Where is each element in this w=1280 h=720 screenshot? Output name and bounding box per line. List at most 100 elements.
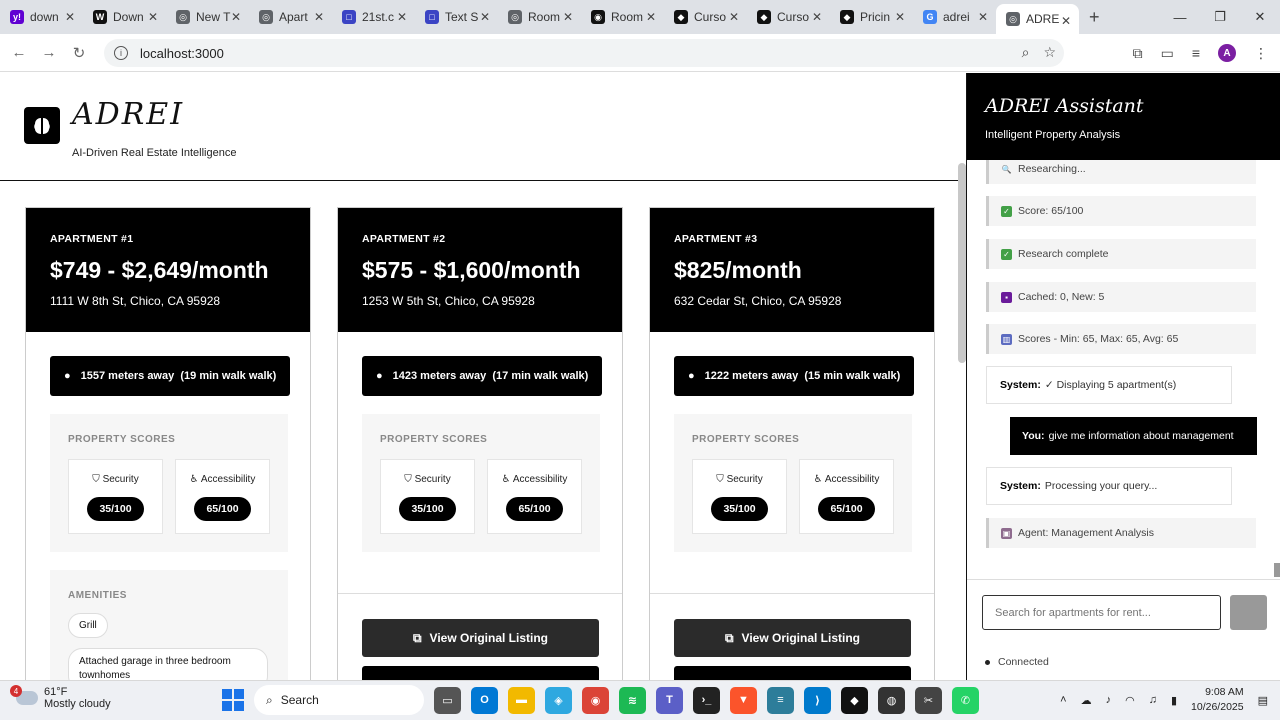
teams-icon[interactable]: T <box>656 686 683 714</box>
status-text: Researching... <box>1018 163 1086 175</box>
close-tab-icon[interactable]: ✕ <box>231 10 241 24</box>
microphone-icon[interactable]: ♪ <box>1106 694 1112 706</box>
browser-tab[interactable]: □ 21st.c ✕ <box>332 0 415 34</box>
view-original-listing-button[interactable]: ⧉ View Original Listing <box>362 619 599 657</box>
file-explorer-icon[interactable]: ▬ <box>508 686 535 714</box>
close-tab-icon[interactable]: ✕ <box>148 10 158 24</box>
bookmark-star-icon[interactable]: ☆ <box>1043 44 1056 61</box>
close-tab-icon[interactable]: ✕ <box>895 10 905 24</box>
send-button[interactable] <box>1230 595 1267 630</box>
notifications-icon[interactable]: ▤ <box>1258 694 1268 707</box>
brave-icon[interactable]: ▼ <box>730 686 757 714</box>
close-tab-icon[interactable]: ✕ <box>812 10 822 24</box>
terminal-icon[interactable]: ›_ <box>693 686 720 714</box>
new-tab-icon[interactable]: + <box>1089 7 1100 28</box>
task-view-icon[interactable]: ▭ <box>434 686 461 714</box>
weather-widget[interactable]: 4 61°F Mostly cloudy <box>10 685 111 710</box>
zoom-icon[interactable]: ⌕ <box>1022 44 1030 61</box>
close-tab-icon[interactable]: ✕ <box>563 10 573 24</box>
security-score-box: ⛉ Security 35/100 <box>692 459 787 534</box>
browser-tab[interactable]: ◆ Pricin ✕ <box>830 0 913 34</box>
site-info-icon[interactable]: i <box>114 46 128 60</box>
address-bar[interactable]: i localhost:3000 ⌕ ☆ <box>104 39 1064 67</box>
minimize-icon[interactable]: — <box>1160 0 1200 34</box>
distance-badge: ● 1423 meters away (17 min walk walk) <box>362 356 603 396</box>
close-tab-icon[interactable]: ✕ <box>978 10 988 24</box>
cast-icon[interactable]: ▭ <box>1161 45 1174 62</box>
close-window-icon[interactable]: ✕ <box>1240 0 1280 34</box>
apartment-label: APARTMENT #3 <box>674 233 758 245</box>
view-original-listing-button[interactable]: ⧉ View Original Listing <box>674 619 911 657</box>
chat-scrollbar[interactable] <box>1274 563 1280 577</box>
battery-icon[interactable]: ▮ <box>1171 694 1177 707</box>
browser-tab[interactable]: □ Text S ✕ <box>415 0 498 34</box>
location-pin-icon: ● <box>688 370 695 382</box>
close-tab-icon[interactable]: ✕ <box>480 10 490 24</box>
accessibility-icon: ♿ <box>813 474 823 485</box>
tab-favicon-icon: □ <box>425 10 439 24</box>
browser-tab[interactable]: Gadrei ✕ <box>913 0 996 34</box>
extensions-icon[interactable]: ⧉ <box>1133 45 1143 62</box>
notepad-icon[interactable]: ≡ <box>767 686 794 714</box>
chevron-up-icon[interactable]: ˄ <box>1060 694 1066 706</box>
windows-start-icon[interactable] <box>222 689 244 711</box>
listing-button-label: View Original Listing <box>741 631 861 645</box>
browser-tab[interactable]: W Down ✕ <box>83 0 166 34</box>
taskbar-apps: ⌕ Search ▭ O ▬ ◈ ◉ ≋ T ›_ ▼ ≡ ⟩ ◆ ◍ ✂ ✆ <box>222 685 979 715</box>
profile-avatar[interactable]: A <box>1218 44 1236 62</box>
menu-icon[interactable]: ⋮ <box>1254 45 1268 62</box>
github-icon[interactable]: ◍ <box>878 686 905 714</box>
weather-text: Mostly cloudy <box>44 698 111 710</box>
media-icon[interactable]: ≡ <box>1192 45 1200 61</box>
view-details-button[interactable] <box>362 666 599 680</box>
close-tab-icon[interactable]: ✕ <box>314 10 324 24</box>
accessibility-score: 65/100 <box>194 497 251 521</box>
snipping-tool-icon[interactable]: ✂ <box>915 686 942 714</box>
onedrive-icon[interactable]: ☁ <box>1081 694 1092 707</box>
tab-favicon-icon: ◎ <box>176 10 190 24</box>
browser-tab[interactable]: ◎ Room ✕ <box>498 0 581 34</box>
scores-label: PROPERTY SCORES <box>692 434 800 445</box>
system-message: System: Processing your query... <box>986 467 1232 505</box>
browser-tab[interactable]: ◎ ADRE ✕ <box>996 4 1079 34</box>
maximize-icon[interactable]: ❐ <box>1200 0 1240 34</box>
chrome-icon[interactable]: ◉ <box>582 686 609 714</box>
accessibility-score: 65/100 <box>506 497 563 521</box>
apartment-label: APARTMENT #2 <box>362 233 446 245</box>
volume-icon[interactable]: ♫ <box>1149 694 1157 706</box>
browser-tab[interactable]: ◎ New T ✕ <box>166 0 249 34</box>
copilot-icon[interactable]: ◈ <box>545 686 572 714</box>
reload-icon[interactable]: ↻ <box>64 44 94 62</box>
listing-cards: APARTMENT #1 $749 - $2,649/month 1111 W … <box>25 207 935 680</box>
spotify-icon[interactable]: ≋ <box>619 686 646 714</box>
back-icon[interactable]: ← <box>4 44 34 61</box>
page-scrollbar[interactable] <box>958 163 966 363</box>
forward-icon[interactable]: → <box>34 44 64 61</box>
close-tab-icon[interactable]: ✕ <box>1061 14 1071 28</box>
outlook-icon[interactable]: O <box>471 686 498 714</box>
browser-tab[interactable]: ◆ Curso ✕ <box>664 0 747 34</box>
wifi-icon[interactable]: ◠ <box>1125 694 1135 707</box>
status-text: Score: 65/100 <box>1018 205 1084 217</box>
view-details-button[interactable] <box>674 666 911 680</box>
taskbar-search[interactable]: ⌕ Search <box>254 685 424 715</box>
whatsapp-icon[interactable]: ✆ <box>952 686 979 714</box>
security-score-box: ⛉ Security 35/100 <box>380 459 475 534</box>
browser-tab[interactable]: ◉ Room ✕ <box>581 0 664 34</box>
close-tab-icon[interactable]: ✕ <box>397 10 407 24</box>
chat-input[interactable] <box>982 595 1221 630</box>
apartment-address: 632 Cedar St, Chico, CA 95928 <box>674 294 842 308</box>
close-tab-icon[interactable]: ✕ <box>646 10 656 24</box>
browser-tab[interactable]: ◆ Curso ✕ <box>747 0 830 34</box>
browser-tab[interactable]: ◎ Apart ✕ <box>249 0 332 34</box>
vscode-icon[interactable]: ⟩ <box>804 686 831 714</box>
accessibility-icon: ♿ <box>189 474 199 485</box>
tab-title: ADRE <box>1026 12 1060 26</box>
browser-tab[interactable]: y! down ✕ <box>0 0 83 34</box>
close-tab-icon[interactable]: ✕ <box>65 10 75 24</box>
close-tab-icon[interactable]: ✕ <box>729 10 739 24</box>
cursor-icon[interactable]: ◆ <box>841 686 868 714</box>
amenity-chip: Attached garage in three bedroom townhom… <box>68 648 268 680</box>
tab-title: New T <box>196 10 231 24</box>
clock[interactable]: 9:08 AM 10/26/2025 <box>1191 685 1244 715</box>
